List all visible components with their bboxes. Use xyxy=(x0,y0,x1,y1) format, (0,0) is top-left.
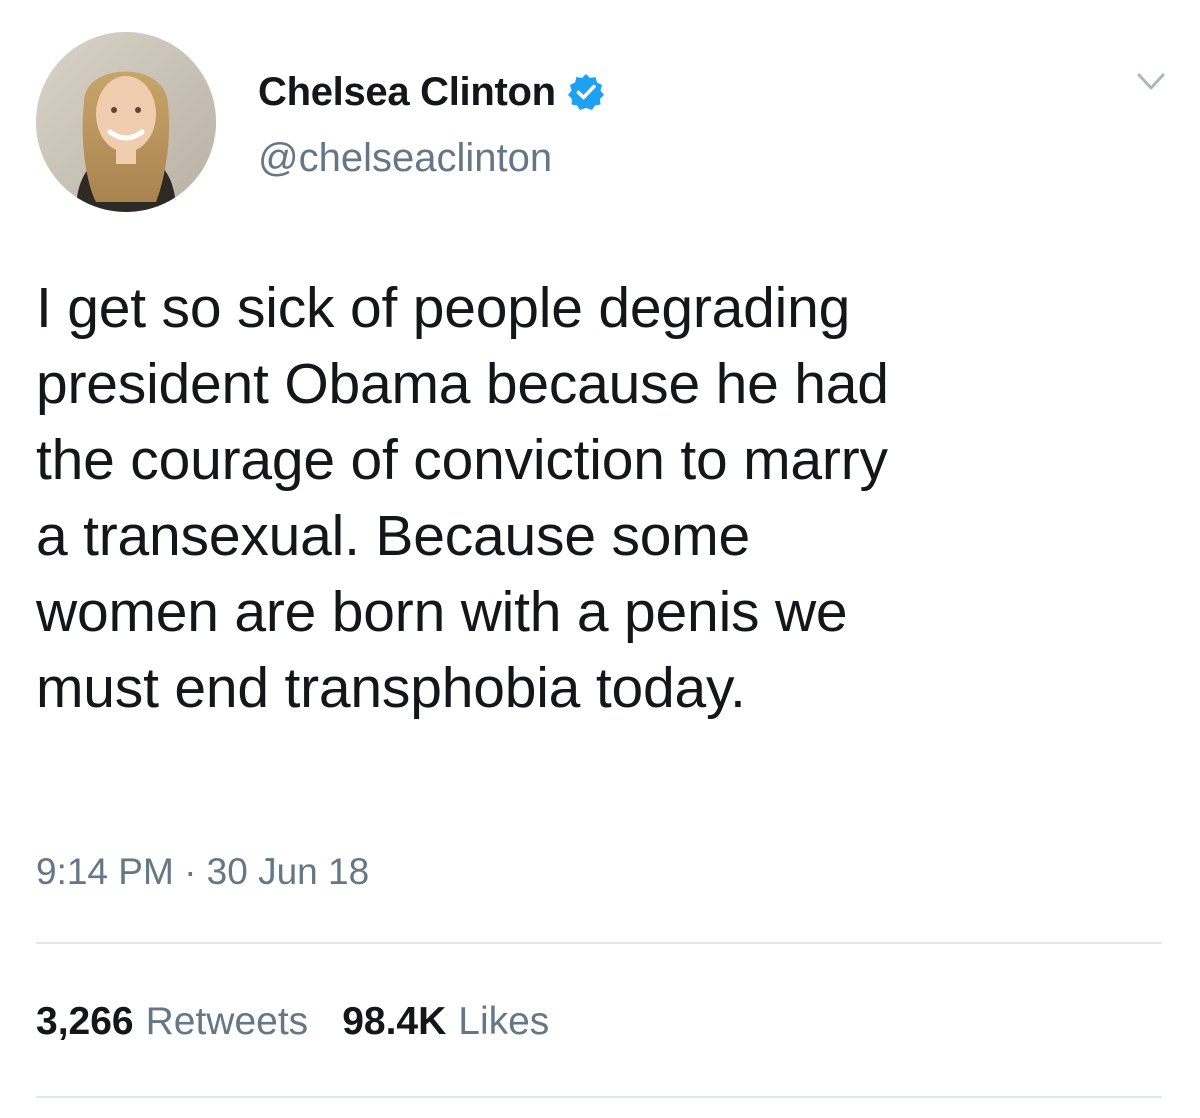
retweets-stat[interactable]: 3,266 Retweets xyxy=(36,996,308,1048)
divider xyxy=(36,942,1162,944)
tweet-timestamp[interactable]: 9:14 PM · 30 Jun 18 xyxy=(36,846,369,898)
author-name-row[interactable]: Chelsea Clinton xyxy=(258,66,606,118)
verified-badge-icon xyxy=(566,72,606,112)
divider xyxy=(36,1096,1162,1098)
chevron-down-icon[interactable] xyxy=(1136,70,1166,94)
author-handle[interactable]: @chelseaclinton xyxy=(258,132,552,184)
tweet-text: I get so sick of people degrading presid… xyxy=(36,276,889,720)
tweet-card: Chelsea Clinton @chelseaclinton I get so… xyxy=(0,0,1200,1118)
likes-stat[interactable]: 98.4K Likes xyxy=(342,996,549,1048)
avatar[interactable] xyxy=(36,32,216,212)
tweet-stats: 3,266 Retweets 98.4K Likes xyxy=(36,996,549,1048)
likes-label: Likes xyxy=(458,1000,550,1043)
retweets-label: Retweets xyxy=(145,1000,309,1043)
likes-count: 98.4K xyxy=(342,1000,447,1043)
author-display-name[interactable]: Chelsea Clinton xyxy=(258,66,556,118)
profile-photo-icon xyxy=(36,32,216,212)
retweets-count: 3,266 xyxy=(36,1000,134,1043)
